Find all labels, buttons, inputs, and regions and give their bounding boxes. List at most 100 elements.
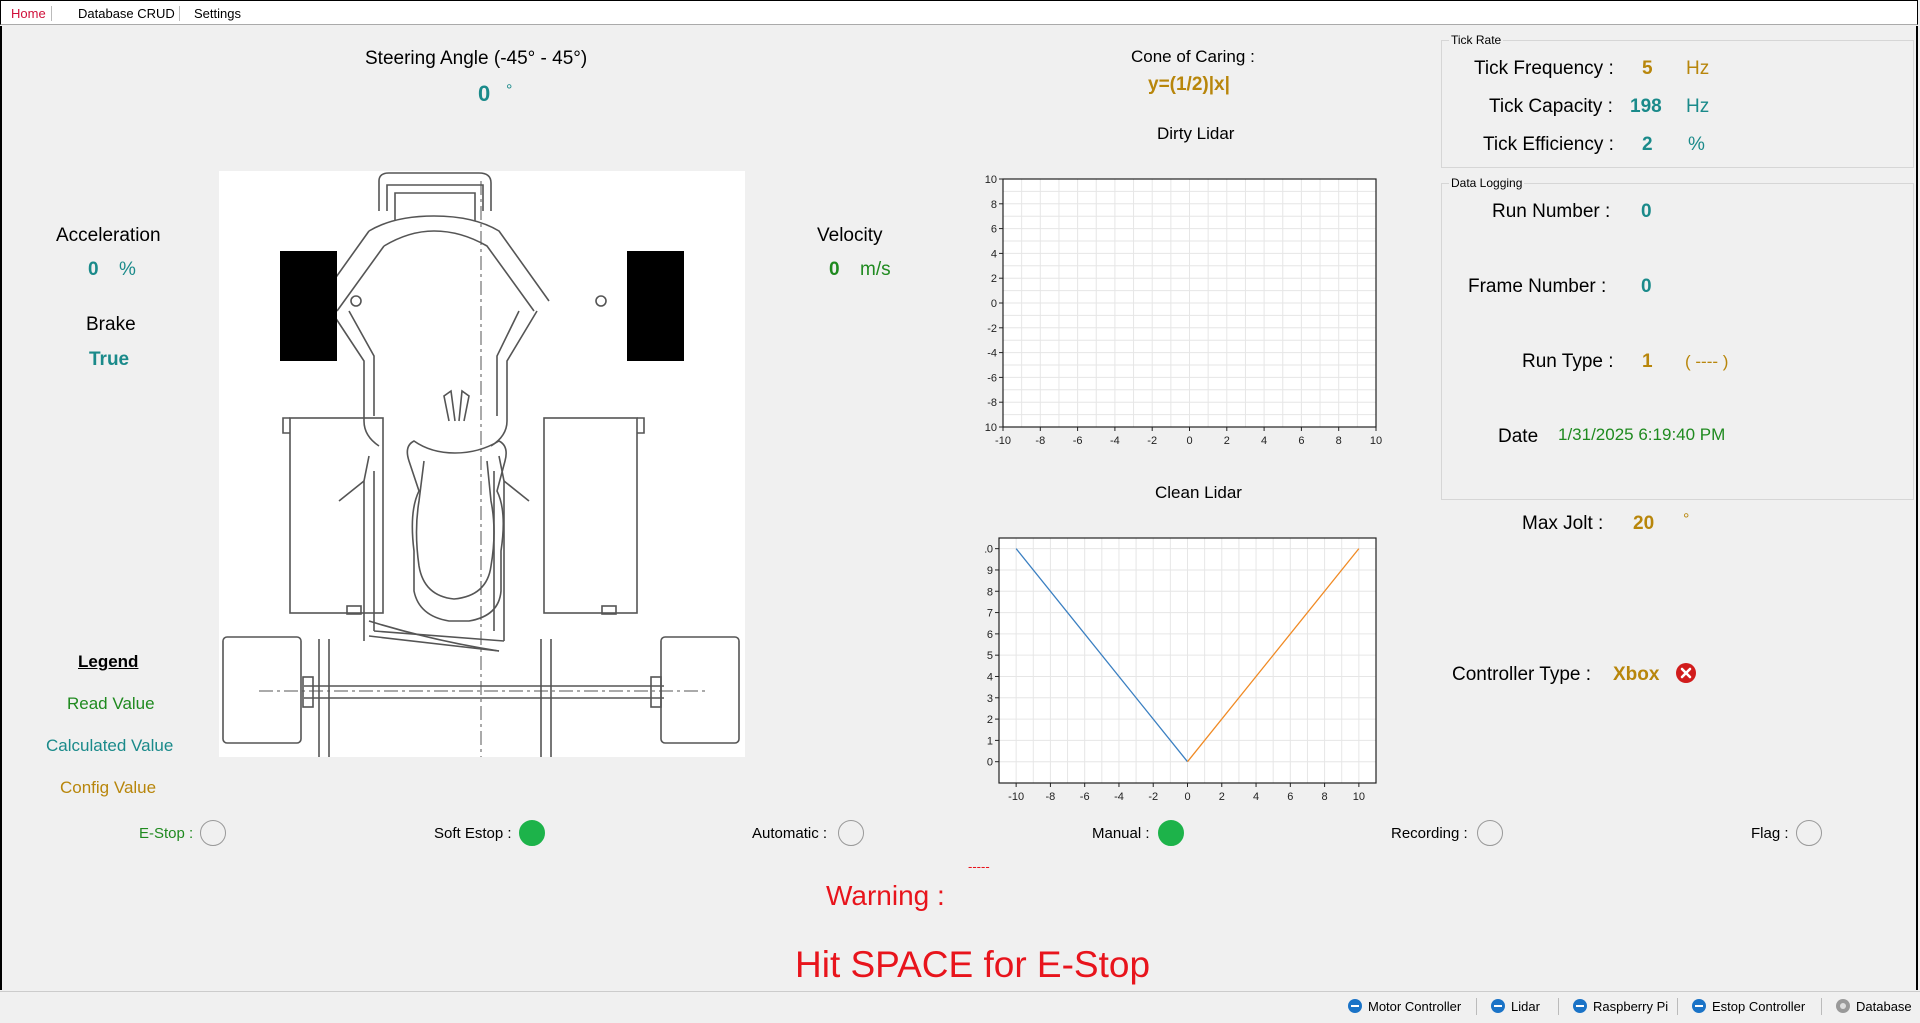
data-logging-title: Data Logging [1449, 176, 1525, 190]
indicator-label-estop: E-Stop : [139, 825, 194, 842]
y-tick-label: 4 [987, 671, 993, 683]
cone-label: Cone of Caring : [1131, 47, 1255, 66]
y-tick-label: 8 [991, 199, 997, 211]
menu-settings[interactable]: Settings [194, 6, 241, 21]
y-tick-label: 1 [987, 735, 993, 747]
front-left-wheel [280, 251, 337, 361]
y-tick-label: 4 [991, 248, 997, 260]
x-tick-label: -8 [1035, 435, 1045, 447]
data-logging-group: Data Logging [1441, 176, 1914, 500]
controller-type-label: Controller Type : [1452, 664, 1592, 685]
velocity-label: Velocity [817, 225, 883, 246]
estop-hint: Hit SPACE for E-Stop [795, 944, 1151, 985]
tick-frequency-value: 5 [1642, 58, 1653, 79]
x-tick-label: -6 [1080, 791, 1090, 803]
status-lidar: Lidar [1491, 999, 1540, 1014]
y-tick-label: 10 [985, 544, 993, 556]
date-value: 1/31/2025 6:19:40 PM [1558, 425, 1726, 444]
y-tick-label: 0 [987, 757, 993, 769]
y-tick-label: 0 [991, 298, 997, 310]
y-tick-label: 3 [987, 693, 993, 705]
brake-label: Brake [86, 314, 136, 335]
minus-circle-icon [1491, 999, 1505, 1013]
brake-value: True [89, 349, 130, 370]
minus-circle-icon [1692, 999, 1706, 1013]
tick-efficiency-value: 2 [1642, 134, 1653, 155]
tick-frequency-label: Tick Frequency : [1474, 58, 1614, 79]
x-tick-label: 0 [1186, 435, 1192, 447]
x-tick-label: 2 [1219, 791, 1225, 803]
acceleration-value: 0 [88, 259, 99, 280]
y-tick-label: 7 [987, 608, 993, 620]
status-bar: Motor Controller Lidar Raspberry Pi Esto… [0, 991, 1920, 1023]
y-tick-label: -6 [987, 372, 997, 384]
tick-capacity-value: 198 [1630, 96, 1662, 117]
indicator-led-softestop [519, 820, 545, 846]
max-jolt-label: Max Jolt : [1522, 513, 1604, 534]
x-tick-label: 10 [1370, 435, 1382, 447]
record-circle-icon [1836, 999, 1850, 1013]
controller-type-value: Xbox [1613, 664, 1660, 685]
minus-circle-icon [1573, 999, 1587, 1013]
x-tick-label: 10 [1353, 791, 1365, 803]
chart-title: Clean Lidar [1155, 483, 1242, 502]
run-number-label: Run Number : [1492, 201, 1611, 222]
indicator-led-flag [1796, 820, 1822, 846]
x-tick-label: 6 [1287, 791, 1293, 803]
menu-database-crud[interactable]: Database CRUD [78, 6, 175, 21]
legend-title: Legend [78, 652, 139, 671]
x-tick-label: 8 [1322, 791, 1328, 803]
tick-rate-title: Tick Rate [1449, 33, 1504, 47]
status-motor-controller: Motor Controller [1348, 999, 1461, 1014]
legend-read-value: Read Value [67, 694, 155, 713]
run-type-description: ( ---- ) [1685, 352, 1729, 371]
indicator-led-recording [1477, 820, 1503, 846]
y-tick-label: 9 [987, 565, 993, 577]
y-tick-label: -4 [987, 348, 997, 360]
tick-efficiency-label: Tick Efficiency : [1483, 134, 1614, 155]
menu-home[interactable]: Home [11, 6, 46, 21]
tick-capacity-label: Tick Capacity : [1489, 96, 1613, 117]
indicator-label-softestop: Soft Estop : [434, 825, 512, 842]
steering-title: Steering Angle (-45° - 45°) [365, 48, 588, 69]
x-tick-label: 6 [1298, 435, 1304, 447]
y-tick-label: 6 [987, 629, 993, 641]
x-tick-label: 2 [1224, 435, 1230, 447]
chart-title: Dirty Lidar [1157, 124, 1235, 143]
legend-calculated-value: Calculated Value [46, 736, 174, 755]
x-tick-label: -10 [995, 435, 1011, 447]
max-jolt-value: 20 [1633, 513, 1655, 534]
indicator-label-recording: Recording : [1391, 825, 1468, 842]
front-right-wheel [627, 251, 684, 361]
menu-bar: Home Database CRUD Settings [0, 0, 1918, 25]
minus-circle-icon [1348, 999, 1362, 1013]
status-database: Database [1836, 999, 1912, 1014]
steering-unit: ° [506, 82, 513, 99]
date-label: Date [1498, 426, 1539, 447]
menu-separator [51, 6, 52, 21]
y-tick-label: 2 [991, 273, 997, 285]
error-x-icon [1676, 663, 1696, 683]
y-tick-label: 6 [991, 224, 997, 236]
warning-dashes: ----- [968, 859, 990, 874]
x-tick-label: -4 [1110, 435, 1120, 447]
menu-separator [179, 6, 180, 21]
velocity-value: 0 [829, 259, 840, 280]
x-tick-label: 4 [1261, 435, 1267, 447]
x-tick-label: 0 [1184, 791, 1190, 803]
status-separator [1677, 998, 1678, 1015]
legend-config-value: Config Value [60, 778, 157, 797]
y-tick-label: 5 [987, 650, 993, 662]
x-tick-label: -2 [1147, 435, 1157, 447]
x-tick-label: -10 [1008, 791, 1024, 803]
kart-diagram [219, 171, 745, 757]
acceleration-unit: % [119, 259, 136, 280]
tick-efficiency-unit: % [1688, 134, 1705, 155]
run-type-value: 1 [1642, 351, 1653, 372]
y-tick-label: -10 [985, 422, 997, 434]
status-separator [1821, 998, 1822, 1015]
y-tick-label: -2 [987, 323, 997, 335]
frame-number-value: 0 [1641, 276, 1652, 297]
indicator-label-manual: Manual : [1092, 825, 1150, 842]
run-type-label: Run Type : [1522, 351, 1614, 372]
